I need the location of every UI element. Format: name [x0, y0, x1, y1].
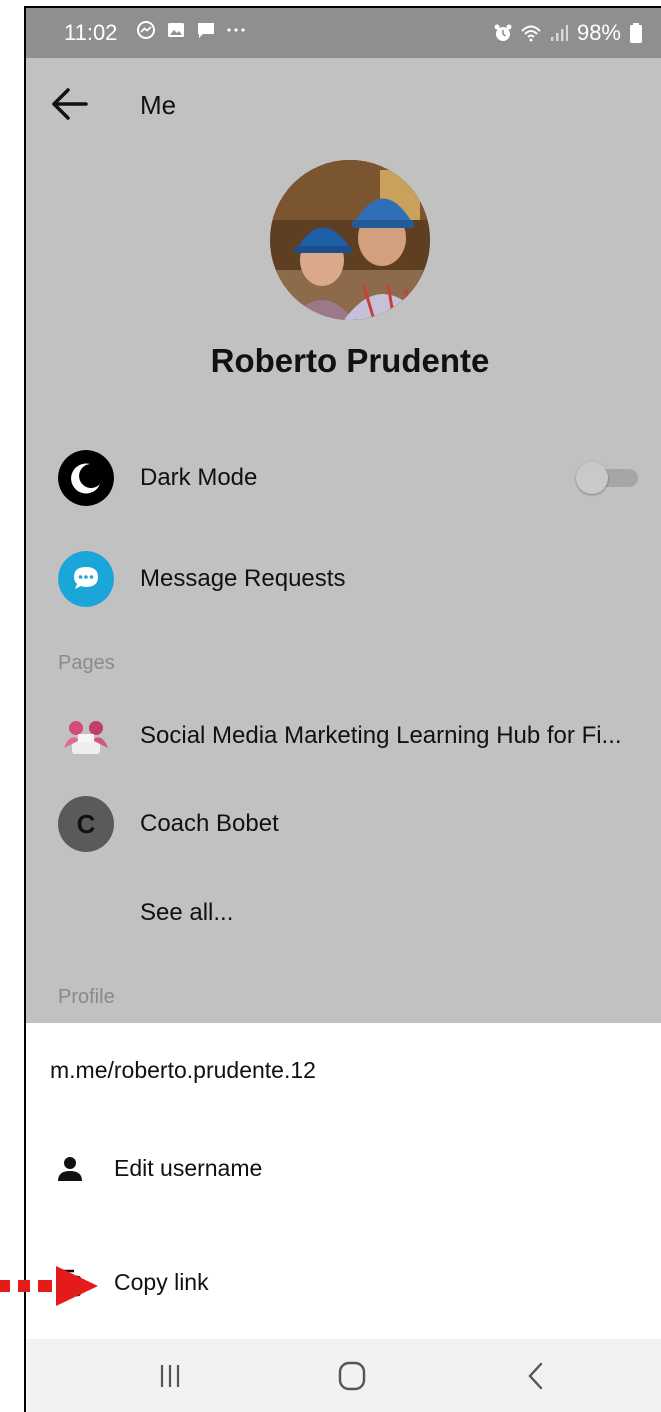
- wifi-icon: [521, 25, 541, 42]
- status-bar: 11:02 98%: [26, 8, 661, 58]
- top-app-bar: Me: [26, 58, 661, 148]
- toggle-knob: [576, 462, 608, 494]
- system-icons: 98%: [493, 20, 643, 46]
- profile-link-url: m.me/roberto.prudente.12: [50, 1057, 316, 1083]
- profile-name: Roberto Prudente: [210, 342, 490, 379]
- battery-icon: [630, 23, 642, 43]
- see-all-pages[interactable]: See all...: [26, 878, 661, 948]
- social-media-hub-logo-icon: [64, 721, 108, 754]
- edit-username-item[interactable]: Edit username: [26, 1139, 661, 1199]
- edit-username-label: Edit username: [114, 1155, 263, 1181]
- back-icon[interactable]: [516, 1357, 556, 1395]
- message-requests-icon: [58, 551, 114, 607]
- page-title: Me: [140, 90, 177, 120]
- chat-icon: [198, 23, 214, 38]
- annotation-arrow-icon: [0, 1266, 98, 1306]
- coach-bobet-avatar: C: [58, 796, 114, 852]
- message-requests-label: Message Requests: [140, 565, 346, 592]
- message-requests-row[interactable]: Message Requests: [26, 544, 661, 614]
- dark-mode-label: Dark Mode: [140, 464, 258, 491]
- alarm-icon: [494, 24, 512, 41]
- recent-apps-icon[interactable]: [150, 1357, 190, 1395]
- gallery-icon: [168, 23, 184, 37]
- page-item-coach-bobet[interactable]: C Coach Bobet: [26, 789, 661, 859]
- back-arrow-icon[interactable]: [48, 84, 92, 124]
- page-item-label: Coach Bobet: [140, 810, 279, 837]
- phone-screen: 11:02 98% Me Roberto Prudente Dark Mode …: [26, 8, 661, 1412]
- home-icon[interactable]: [332, 1357, 372, 1395]
- messenger-icon: [137, 21, 155, 39]
- copy-link-item[interactable]: Copy link: [26, 1253, 661, 1313]
- dark-mode-toggle[interactable]: [576, 462, 638, 494]
- see-all-label: See all...: [140, 899, 234, 926]
- person-icon: [58, 1157, 82, 1181]
- profile-photo-icon: [270, 160, 430, 320]
- more-notifications-icon: [227, 28, 245, 32]
- pages-section-label: Pages: [58, 652, 115, 674]
- system-navigation-bar: [26, 1339, 661, 1412]
- signal-icon: [550, 25, 568, 41]
- battery-percent: 98%: [576, 20, 621, 45]
- copy-link-label: Copy link: [114, 1269, 209, 1295]
- page-item-label: Social Media Marketing Learning Hub for …: [140, 722, 622, 749]
- avatar-letter: C: [76, 808, 96, 839]
- profile-link-sheet: m.me/roberto.prudente.12 Edit username C…: [26, 1023, 661, 1339]
- profile-avatar[interactable]: [270, 160, 430, 320]
- moon-icon: [58, 450, 114, 506]
- status-time: 11:02: [64, 20, 118, 45]
- notification-icons: [136, 20, 246, 40]
- page-item-social-media-hub[interactable]: Social Media Marketing Learning Hub for …: [26, 701, 661, 771]
- profile-section-label: Profile: [58, 986, 115, 1008]
- dark-mode-row[interactable]: Dark Mode: [26, 443, 661, 513]
